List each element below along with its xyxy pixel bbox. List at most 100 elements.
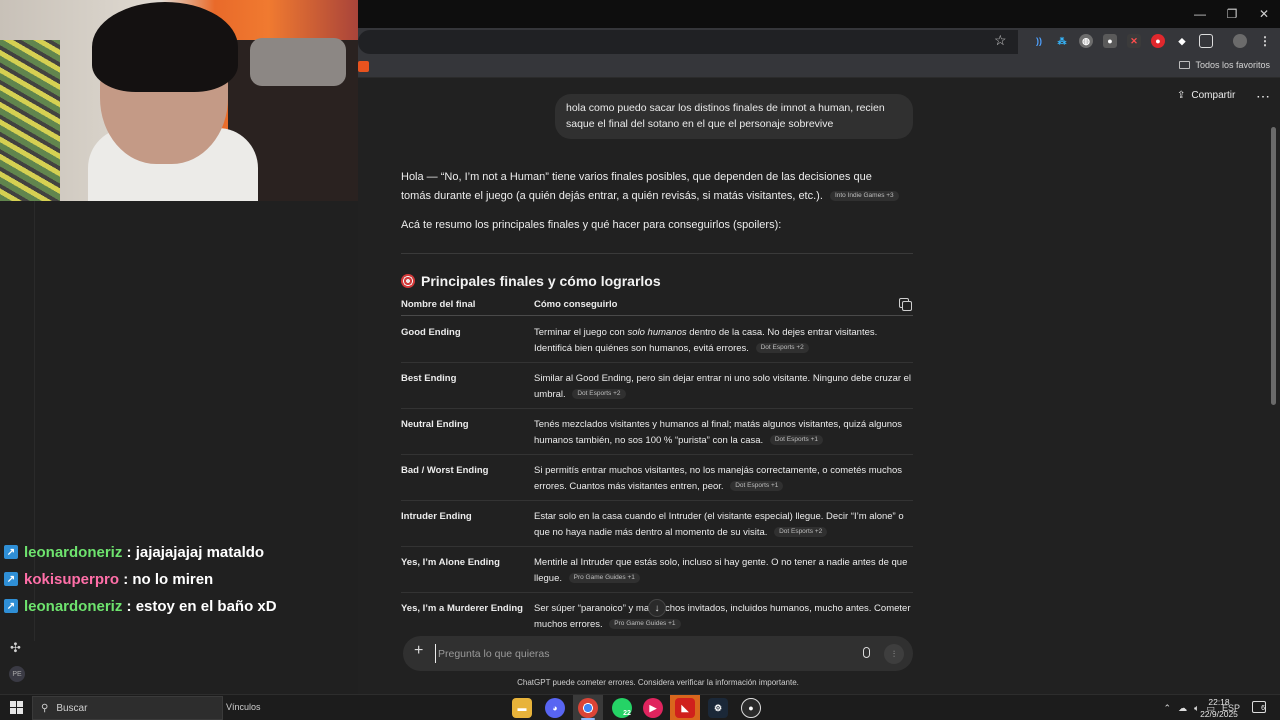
- game-app-icon[interactable]: ◣: [675, 698, 695, 718]
- microphone-icon[interactable]: [863, 647, 870, 658]
- whatsapp-badge: 22: [623, 709, 631, 717]
- notification-center-icon[interactable]: 6: [1252, 701, 1266, 713]
- chat-badge-icon: ↗: [4, 572, 18, 586]
- media-player-icon[interactable]: ▶: [643, 698, 663, 718]
- user-message-bubble: hola como puedo sacar los distinos final…: [555, 94, 913, 139]
- chat-badge-icon: ↗: [4, 545, 18, 559]
- address-bar[interactable]: [358, 30, 1018, 54]
- ending-description: Si permitís entrar muchos visitantes, no…: [534, 465, 903, 492]
- source-chip[interactable]: Pro Game Guides +1: [568, 573, 640, 584]
- browser-menu-icon[interactable]: ⋮: [1258, 34, 1272, 48]
- ending-description: Mentirle al Intruder que estás solo, inc…: [534, 557, 908, 584]
- assistant-intro-text: Hola — “No, I’m not a Human” tiene vario…: [401, 171, 872, 202]
- window-controls: — ❐ ✕: [1184, 0, 1280, 28]
- obs-icon[interactable]: ●: [741, 698, 761, 718]
- source-chip[interactable]: Dot Esports +1: [769, 435, 824, 446]
- ending-description: Terminar el juego con solo humanos dentr…: [534, 327, 878, 354]
- stream-chat-message: ↗ leonardoneriz : estoy en el baño xD: [4, 595, 277, 617]
- share-button[interactable]: ⇪ Compartir: [1177, 90, 1235, 101]
- chat-text: estoy en el baño xD: [135, 597, 277, 615]
- section-divider: [401, 253, 913, 254]
- extension-close-icon[interactable]: ✕: [1127, 34, 1141, 48]
- ending-name: Yes, I’m a Murderer Ending: [401, 603, 523, 614]
- bookmark-orange-icon[interactable]: [358, 61, 369, 72]
- assistant-paragraph: Acá te resumo los principales finales y …: [401, 219, 782, 231]
- scroll-to-bottom-button[interactable]: ↓: [648, 599, 666, 617]
- source-chip[interactable]: Dot Esports +2: [755, 343, 809, 354]
- ending-name: Intruder Ending: [401, 511, 472, 522]
- chat-text: jajajajajaj mataldo: [135, 543, 265, 561]
- extension-shield-icon[interactable]: ●: [1151, 34, 1165, 48]
- search-icon: ⚲: [41, 702, 49, 714]
- ending-name: Best Ending: [401, 373, 457, 384]
- links-toolbar[interactable]: Vínculos: [226, 702, 261, 712]
- tray-chevron-icon[interactable]: ⌃: [1164, 703, 1172, 714]
- extensions-puzzle-icon[interactable]: [1199, 34, 1213, 48]
- chat-text: no lo miren: [132, 570, 214, 588]
- webcam-pillow: [250, 38, 346, 86]
- ending-name: Bad / Worst Ending: [401, 465, 489, 476]
- copy-table-icon[interactable]: [899, 298, 912, 311]
- bookmark-star-icon[interactable]: ☆: [994, 32, 1007, 49]
- table-row: Best Ending Similar al Good Ending, pero…: [401, 363, 913, 409]
- clock-date: 22/9/2025: [1200, 709, 1238, 719]
- search-label: Buscar: [56, 702, 88, 714]
- extension-globe-icon[interactable]: ◍: [1079, 34, 1093, 48]
- ending-description: Similar al Good Ending, pero sin dejar e…: [534, 373, 912, 400]
- clock-time: 22:18: [1208, 697, 1230, 707]
- folder-icon: [1179, 61, 1191, 69]
- message-composer: + ⫶: [403, 636, 913, 671]
- target-icon: [401, 274, 415, 288]
- section-title: Principales finales y cómo lograrlos: [421, 273, 661, 289]
- ending-description: Ser súper “paranoico” y ma muchos invita…: [534, 603, 911, 630]
- source-chip[interactable]: Pro Game Guides +1: [609, 619, 681, 630]
- webcam-feed: [0, 0, 358, 201]
- column-header-name: Nombre del final: [401, 299, 476, 310]
- ending-name: Yes, I’m Alone Ending: [401, 557, 500, 568]
- attach-plus-icon[interactable]: +: [414, 642, 423, 660]
- chat-username: leonardoneriz: [24, 597, 123, 615]
- profile-avatar-icon[interactable]: [1233, 34, 1247, 48]
- steam-icon[interactable]: ⚙: [708, 698, 728, 718]
- windows-start-icon[interactable]: [10, 701, 23, 714]
- whatsapp-icon[interactable]: 22: [612, 698, 632, 718]
- disclaimer-text: ChatGPT puede cometer errores. Considera…: [517, 678, 799, 687]
- ending-name: Neutral Ending: [401, 419, 469, 430]
- extension-diamond-icon[interactable]: ◆: [1175, 34, 1189, 48]
- extension-translate-icon[interactable]: ⁂: [1055, 34, 1069, 48]
- all-bookmarks-button[interactable]: Todos los favoritos: [1179, 60, 1270, 70]
- stream-chat-message: ↗ leonardoneriz : jajajajajaj mataldo: [4, 541, 264, 563]
- ending-name: Good Ending: [401, 327, 461, 338]
- more-options-icon[interactable]: ⋯: [1256, 88, 1270, 105]
- chrome-icon[interactable]: [578, 698, 598, 718]
- notification-count: 6: [1261, 705, 1265, 712]
- table-row: Good Ending Terminar el juego con solo h…: [401, 317, 913, 363]
- source-chip[interactable]: Dot Esports +2: [572, 389, 626, 400]
- taskbar-clock[interactable]: 22:18 22/9/2025: [1196, 696, 1242, 720]
- extension-people-icon[interactable]: ●: [1103, 34, 1117, 48]
- chat-username: kokisuperpro: [24, 570, 120, 588]
- share-icon: ⇪: [1177, 90, 1186, 101]
- ending-description: Estar solo en la casa cuando el Intruder…: [534, 511, 904, 538]
- cloud-icon[interactable]: ☁: [1178, 703, 1187, 714]
- minimize-button[interactable]: —: [1184, 0, 1216, 28]
- file-explorer-icon[interactable]: ▬: [512, 698, 532, 718]
- restore-button[interactable]: ❐: [1216, 0, 1248, 28]
- webcam-hair: [92, 2, 238, 92]
- source-chip[interactable]: Dot Esports +1: [730, 481, 784, 492]
- pin-icon[interactable]: ✣: [10, 640, 21, 656]
- extension-wave-icon[interactable]: )): [1032, 34, 1046, 48]
- voice-mode-icon[interactable]: ⫶: [884, 644, 904, 664]
- prompt-input[interactable]: [435, 644, 835, 663]
- close-window-button[interactable]: ✕: [1248, 0, 1280, 28]
- source-chip[interactable]: Dot Esports +2: [774, 527, 828, 538]
- source-chip[interactable]: Into Indie Games +3: [829, 191, 899, 202]
- webcam-poster: [0, 40, 60, 201]
- table-row: Yes, I’m Alone Ending Mentirle al Intrud…: [401, 547, 913, 593]
- stream-chat-message: ↗ kokisuperpro : no lo miren: [4, 568, 213, 590]
- section-heading: Principales finales y cómo lograrlos: [401, 273, 661, 289]
- page-scrollbar[interactable]: [1271, 127, 1276, 405]
- discord-icon[interactable]: ◕: [545, 698, 565, 718]
- user-avatar[interactable]: PE: [9, 666, 25, 682]
- taskbar-search[interactable]: ⚲ Buscar: [32, 696, 223, 720]
